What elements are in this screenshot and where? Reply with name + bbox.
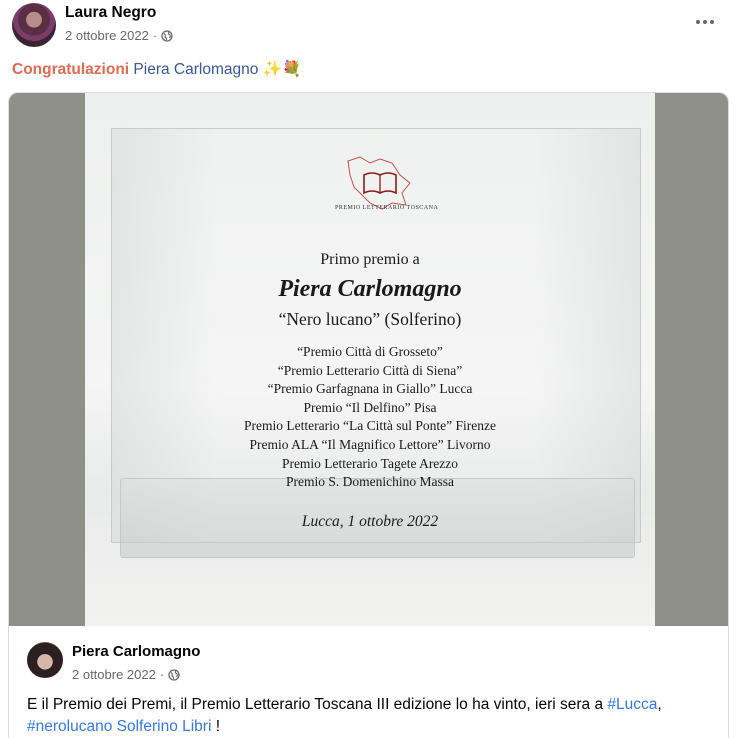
award-line: “Premio Garfagnana in Giallo” Lucca [267, 381, 473, 397]
post-text: Congratulazioni Piera Carlomagno ✨💐 [12, 60, 301, 80]
hashtag-lucca[interactable]: #Lucca [607, 696, 657, 713]
plaque-logo-text: PREMIO LETTERARIO TOSCANA [335, 205, 439, 211]
post-meta: 2 ottobre 2022 · [65, 28, 173, 43]
award-line: Premio Letterario Tagete Arezzo [281, 455, 459, 471]
shared-post-date[interactable]: 2 ottobre 2022 [72, 667, 156, 682]
text-end: ! [211, 718, 221, 735]
plaque-name: Piera Carlomagno [278, 276, 462, 302]
plaque-book: “Nero lucano” (Solferino) [278, 309, 462, 329]
award-line: Premio “Il Delfino” Pisa [303, 399, 437, 415]
shared-post-text: E il Premio dei Premi, il Premio Lettera… [27, 694, 727, 738]
author-name[interactable]: Laura Negro [65, 4, 156, 22]
solferino-libri-link[interactable]: Solferino Libri [112, 718, 212, 735]
shared-photo[interactable]: PREMIO LETTERARIO TOSCANA Primo premio a… [9, 93, 728, 626]
award-line: Premio S. Domenichino Massa [286, 474, 454, 490]
award-line: “Premio Letterario Città di Siena” [277, 362, 463, 378]
post-date[interactable]: 2 ottobre 2022 [65, 28, 149, 43]
text-before: E il Premio dei Premi, il Premio Lettera… [27, 696, 608, 713]
plaque-date: Lucca, 1 ottobre 2022 [301, 513, 439, 530]
emojis: ✨💐 [262, 61, 302, 78]
award-line: Premio ALA “Il Magnifico Lettore” Livorn… [249, 436, 491, 452]
tuscany-logo-icon [347, 156, 411, 210]
plaque-intro: Primo premio a [320, 251, 420, 268]
globe-icon [168, 668, 180, 681]
post-header: Laura Negro 2 ottobre 2022 · [0, 0, 742, 56]
post-text-word: Congratulazioni [12, 61, 130, 78]
plaque-photo: PREMIO LETTERARIO TOSCANA Primo premio a… [85, 93, 655, 626]
globe-icon [161, 29, 173, 42]
shared-post-footer: Piera Carlomagno 2 ottobre 2022 · E il P… [9, 626, 728, 738]
text-mid: , [657, 696, 662, 713]
plaque-awards: “Premio Città di Grosseto” “Premio Lette… [85, 343, 655, 492]
shared-author-name[interactable]: Piera Carlomagno [72, 643, 200, 660]
avatar[interactable] [12, 3, 56, 47]
mention-link[interactable]: Piera Carlomagno [133, 61, 258, 78]
award-line: “Premio Città di Grosseto” [297, 344, 443, 359]
award-line: Premio Letterario “La Città sul Ponte” F… [244, 418, 496, 434]
avatar[interactable] [27, 642, 63, 678]
shared-post-card[interactable]: PREMIO LETTERARIO TOSCANA Primo premio a… [8, 92, 729, 738]
more-options-icon[interactable] [690, 10, 720, 34]
shared-post-meta: 2 ottobre 2022 · [72, 667, 180, 682]
hashtag-nerolucano[interactable]: #nerolucano [27, 718, 112, 735]
